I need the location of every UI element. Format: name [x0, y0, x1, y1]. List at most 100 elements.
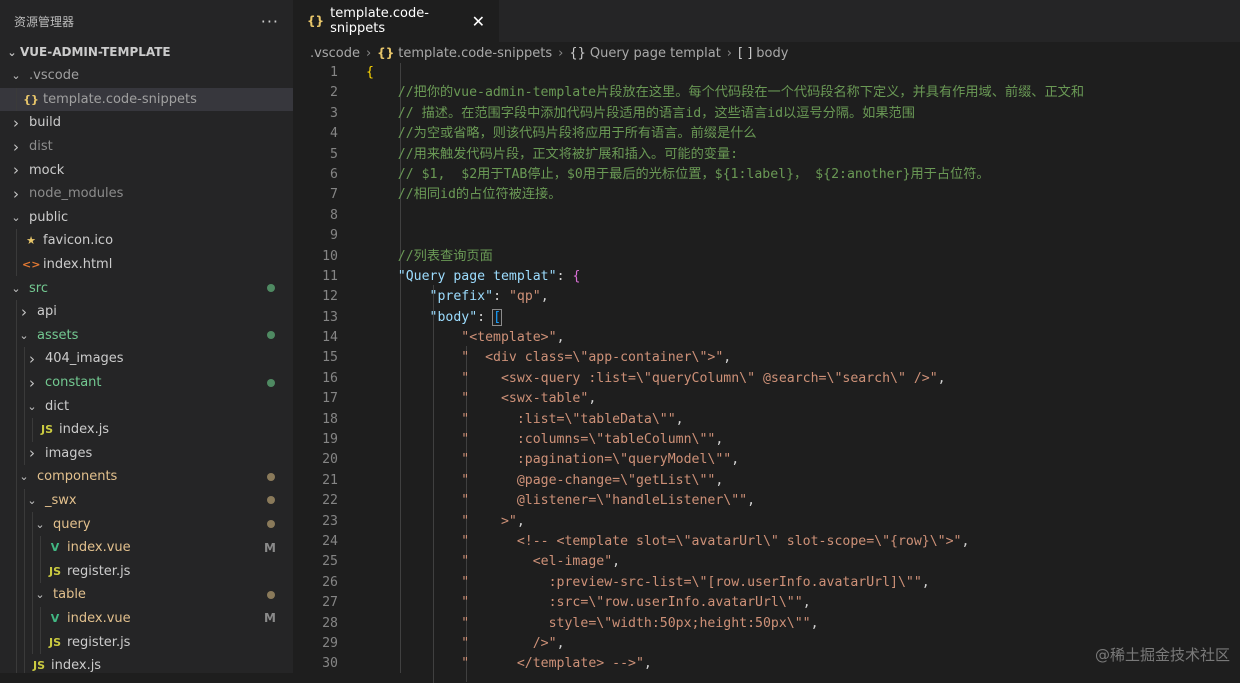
tree-file[interactable]: JS index.js [0, 417, 293, 442]
line-number: 17 [322, 391, 338, 407]
tree-folder[interactable]: ⌄ table [0, 583, 293, 607]
tree-folder[interactable]: › images [0, 441, 293, 466]
tree-folder[interactable]: › node_modules [0, 182, 293, 206]
explorer-title: 资源管理器 [14, 14, 75, 29]
breadcrumb-item-vscode[interactable]: .vscode [310, 46, 360, 61]
tree-folder[interactable]: ⌄ assets [0, 323, 293, 348]
tree-indent-guide [16, 323, 17, 348]
tree-folder[interactable]: ⌄ src [0, 276, 293, 300]
tree-item-label: dist [29, 139, 53, 155]
tree-folder[interactable]: › api [0, 299, 293, 324]
chevron-right-icon: › [13, 184, 19, 203]
editor-area: {} template.code-snippets ✕ .vscode › {}… [293, 0, 1240, 683]
code-text: " :src=\"row.userInfo.avatarUrl\"", [366, 593, 810, 613]
code-editor[interactable]: 1{2 //把你的vue-admin-template片段放在这里。每个代码段在… [293, 63, 1240, 673]
tab-label: template.code-snippets [330, 6, 429, 36]
chevron-right-icon: › [29, 349, 35, 368]
tree-file[interactable]: {} template.code-snippets [0, 87, 293, 112]
code-token: , [731, 452, 740, 468]
code-line: 5 //用来触发代码片段，正文将被扩展和插入。可能的变量: [293, 145, 1240, 165]
tree-indent-guide [16, 87, 17, 112]
tree-folder[interactable]: ⌄ public [0, 206, 293, 230]
tree-indent-guide [16, 630, 17, 654]
tree-indent-guide [32, 512, 33, 536]
code-token: " <div class=\"app-container\">" [461, 350, 724, 366]
tree-file[interactable]: Vindex.vue M [0, 535, 293, 560]
code-line: 8 [293, 206, 1240, 226]
tree-folder[interactable]: ⌄ components [0, 465, 293, 489]
tree-folder[interactable]: ⌄ dict [0, 394, 293, 418]
line-number: 15 [322, 350, 338, 366]
line-number: 29 [322, 635, 338, 651]
tree-folder[interactable]: ⌄ query [0, 512, 293, 536]
tree-item-label: _swx [45, 492, 77, 508]
code-line: 26 " :preview-src-list=\"[row.userInfo.a… [293, 573, 1240, 593]
git-status-dot [267, 284, 275, 293]
tree-folder[interactable]: ⌄ .vscode [0, 64, 293, 88]
tree-file[interactable]: JS register.js [0, 559, 293, 584]
code-text: // $1, $2用于TAB停止，$0用于最后的光标位置，${1:label}，… [366, 165, 990, 185]
tree-folder[interactable]: › 404_images [0, 347, 293, 371]
code-text: " @page-change=\"getList\"", [366, 471, 723, 491]
workspace-root[interactable]: ⌄ VUE-ADMIN-TEMPLATE [0, 42, 293, 62]
tree-file[interactable]: JS index.js [0, 653, 293, 673]
git-status-dot [267, 520, 275, 529]
chevron-down-icon: ⌄ [35, 517, 45, 531]
tree-indent-guide [16, 465, 17, 489]
tree-file[interactable]: ★ favicon.ico [0, 229, 293, 253]
tree-indent-guide [32, 583, 33, 607]
file-tree: ⌄ .vscode {} template.code-snippets › build › d… [0, 64, 293, 673]
tree-folder[interactable]: ⌄ _swx [0, 488, 293, 513]
tree-indent-guide [32, 606, 33, 631]
tree-file[interactable]: Vindex.vue M [0, 606, 293, 631]
code-token: // 描述。在范围字段中添加代码片段适用的语言id，这些语言id以逗号分隔。如果… [366, 105, 915, 121]
chevron-down-icon: ⌄ [11, 69, 21, 83]
breadcrumb-item-body[interactable]: body [756, 46, 788, 61]
git-status-dot [267, 331, 275, 340]
tree-indent-guide [24, 347, 25, 371]
tree-folder[interactable]: › constant [0, 370, 293, 395]
tree-indent-guide [16, 394, 17, 418]
tree-folder[interactable]: › mock [0, 158, 293, 182]
code-token: " :columns=\"tableColumn\"" [461, 432, 716, 448]
code-token: " >" [461, 513, 517, 529]
line-number: 30 [322, 656, 338, 672]
breadcrumb-item-snippet[interactable]: Query page templat [590, 46, 721, 61]
more-actions-icon[interactable]: ··· [261, 12, 279, 31]
code-token: , [540, 289, 549, 305]
chevron-right-icon: › [29, 373, 35, 392]
tree-item-label: public [29, 209, 69, 225]
code-token: " :src=\"row.userInfo.avatarUrl\"" [461, 595, 803, 611]
line-number: 12 [322, 289, 338, 305]
code-text: " <!-- <template slot=\"avatarUrl\" slot… [366, 532, 969, 552]
tree-indent-guide [16, 559, 17, 584]
code-token: , [556, 635, 565, 651]
code-token: " <swx-query :list=\"queryColumn\" @sear… [461, 370, 938, 386]
tab-template-code-snippets[interactable]: {} template.code-snippets ✕ [293, 0, 499, 42]
vue-file-icon: V [50, 611, 60, 625]
code-token: : [556, 268, 573, 284]
code-line: 4 //为空或省略，则该代码片段将应用于所有语言。前缀是什么 [293, 124, 1240, 144]
tree-item-label: .vscode [29, 68, 79, 84]
code-line: 27 " :src=\"row.userInfo.avatarUrl\"", [293, 593, 1240, 613]
code-text: "prefix": "qp", [366, 287, 549, 307]
code-line: 19 " :columns=\"tableColumn\"", [293, 430, 1240, 450]
code-token: "body" [429, 309, 478, 325]
json-braces-icon: {} [307, 14, 325, 28]
tree-folder[interactable]: › build [0, 111, 293, 135]
close-icon[interactable]: ✕ [472, 12, 485, 31]
code-text: " :preview-src-list=\"[row.userInfo.avat… [366, 573, 929, 593]
code-line: 15 " <div class=\"app-container\">", [293, 348, 1240, 368]
tree-file[interactable]: <> index.html [0, 252, 293, 277]
tree-file[interactable]: JS register.js [0, 630, 293, 654]
breadcrumb-item-file[interactable]: template.code-snippets [398, 46, 552, 61]
tree-folder[interactable]: › dist [0, 135, 293, 159]
code-text: " </template> -->", [366, 654, 652, 674]
line-number: 27 [322, 595, 338, 611]
